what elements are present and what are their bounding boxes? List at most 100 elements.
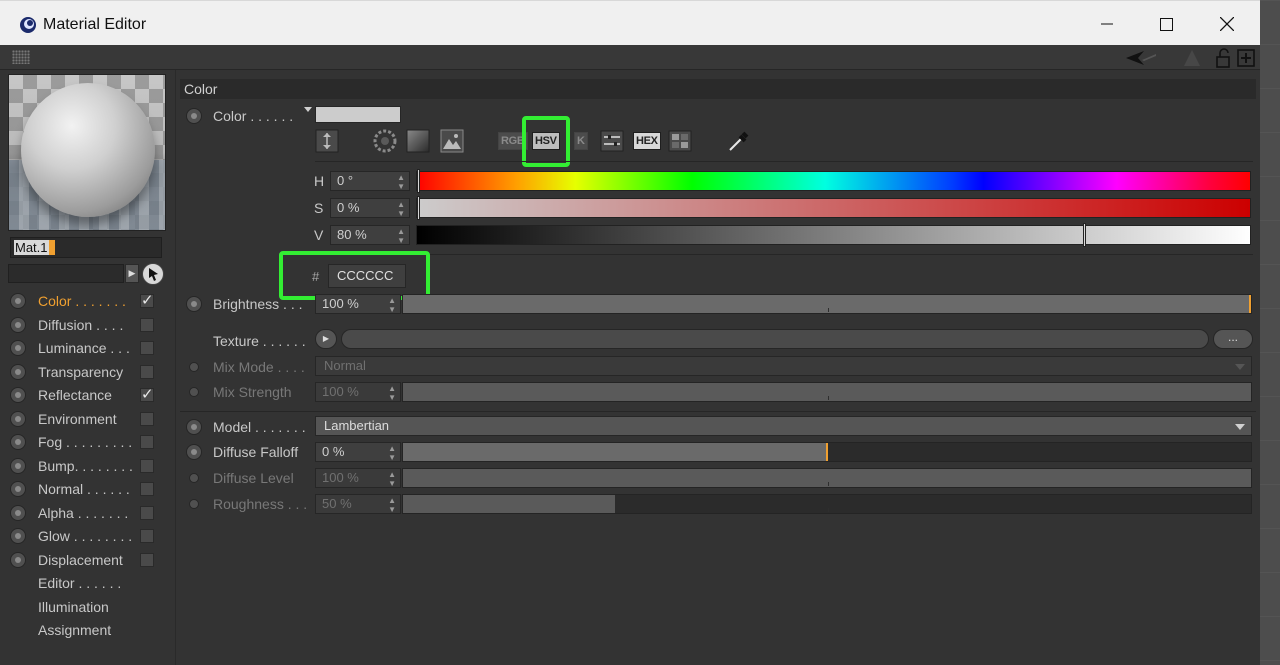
channel-radio[interactable] <box>10 551 26 568</box>
close-button[interactable] <box>1204 7 1250 41</box>
mixstrength-slider[interactable] <box>402 382 1252 402</box>
mode-hex-button[interactable]: HEX <box>633 129 661 153</box>
color-animate-radio[interactable] <box>186 108 202 124</box>
diffusefalloff-slider[interactable] <box>402 442 1252 462</box>
saturation-marker[interactable] <box>417 196 420 220</box>
lock-icon[interactable] <box>1213 48 1233 68</box>
channel-item[interactable]: Environment <box>10 408 170 430</box>
channel-radio[interactable] <box>10 316 26 333</box>
back-arrow-icon[interactable] <box>1126 48 1156 68</box>
channel-item[interactable]: Transparency <box>10 361 170 383</box>
filter-arrow-button[interactable]: ▶ <box>125 264 139 283</box>
page-item[interactable]: Assignment <box>10 619 170 641</box>
title-bar[interactable]: Material Editor <box>0 0 1260 45</box>
channel-item[interactable]: Luminance . . . <box>10 337 170 359</box>
mixmode-dropdown[interactable]: Normal <box>315 356 1252 376</box>
channel-item[interactable]: Alpha . . . . . . . <box>10 502 170 524</box>
material-preview[interactable] <box>8 74 166 231</box>
channel-item[interactable]: Displacement <box>10 549 170 571</box>
mixmode-animate-radio[interactable] <box>189 362 199 372</box>
brightness-animate-radio[interactable] <box>186 296 202 312</box>
value-slider[interactable] <box>416 223 1251 247</box>
channel-radio[interactable] <box>10 528 26 544</box>
swatch-menu-arrow[interactable] <box>304 107 312 112</box>
texture-menu-button[interactable]: ▶ <box>315 329 337 349</box>
page-item[interactable]: Editor . . . . . . <box>10 572 170 594</box>
channel-radio[interactable] <box>10 293 26 309</box>
color-wheel-icon[interactable] <box>373 129 397 153</box>
toolbar-grip[interactable] <box>12 50 30 64</box>
channel-radio[interactable] <box>10 387 26 403</box>
roughness-slider[interactable] <box>402 494 1252 514</box>
channel-checkbox[interactable]: ✓ <box>140 387 154 402</box>
texture-browse-button[interactable]: ... <box>1213 329 1253 349</box>
diffusefalloff-slider-handle[interactable] <box>826 443 828 461</box>
material-name-field[interactable]: Mat.1 <box>10 237 162 258</box>
diffusefalloff-field[interactable]: 0 % ▲ ▼ <box>315 442 401 462</box>
channel-radio[interactable] <box>10 410 26 427</box>
brightness-slider-handle[interactable] <box>1249 295 1251 313</box>
channel-radio[interactable] <box>10 457 26 474</box>
hue-marker[interactable] <box>417 169 420 193</box>
diffuselevel-slider[interactable] <box>402 468 1252 488</box>
channel-radio[interactable] <box>10 504 26 521</box>
channel-item[interactable]: Diffusion . . . . <box>10 314 170 336</box>
mixstrength-field[interactable]: 100 % ▲ ▼ <box>315 382 401 402</box>
roughness-field[interactable]: 50 % ▲ ▼ <box>315 494 401 514</box>
brightness-field[interactable]: 100 % ▲ ▼ <box>315 294 401 314</box>
minimize-button[interactable] <box>1084 7 1130 41</box>
channel-item[interactable]: Color . . . . . . . ✓ <box>10 290 170 312</box>
saturation-slider[interactable] <box>416 196 1251 220</box>
v-spinner[interactable]: ▲ ▼ <box>397 226 405 245</box>
texture-field[interactable] <box>341 329 1209 349</box>
channel-radio[interactable] <box>10 363 26 380</box>
channel-radio[interactable] <box>10 340 26 356</box>
model-animate-radio[interactable] <box>186 419 202 435</box>
channel-checkbox[interactable] <box>140 529 154 543</box>
channel-checkbox[interactable] <box>140 411 154 426</box>
channel-radio[interactable] <box>10 481 26 497</box>
forward-arrow-icon[interactable] <box>1182 48 1202 68</box>
eyedropper-icon[interactable] <box>726 129 750 153</box>
channel-checkbox[interactable]: ✓ <box>140 293 154 308</box>
brightness-slider[interactable] <box>402 294 1252 314</box>
channel-item[interactable]: Bump. . . . . . . . <box>10 455 170 477</box>
channel-checkbox[interactable] <box>140 317 154 332</box>
new-panel-icon[interactable] <box>1236 48 1256 68</box>
diffuselevel-field[interactable]: 100 % ▲ ▼ <box>315 468 401 488</box>
diffusefalloff-spinner[interactable]: ▲ ▼ <box>388 443 396 462</box>
filter-picker-button[interactable] <box>142 263 164 285</box>
model-dropdown[interactable]: Lambertian <box>315 416 1252 436</box>
channel-checkbox[interactable] <box>140 435 154 449</box>
brightness-spinner[interactable]: ▲ ▼ <box>388 295 396 314</box>
channel-radio[interactable] <box>10 434 26 450</box>
image-picker-icon[interactable] <box>440 129 464 153</box>
v-field[interactable]: 80 % ▲ ▼ <box>330 225 410 245</box>
mode-k-button[interactable]: K <box>574 129 588 153</box>
s-spinner[interactable]: ▲ ▼ <box>397 199 405 218</box>
diffuselevel-animate-radio[interactable] <box>189 473 199 483</box>
color-swatch[interactable] <box>315 106 401 123</box>
channel-item[interactable]: Glow . . . . . . . . <box>10 525 170 547</box>
channel-checkbox[interactable] <box>140 364 154 379</box>
mixstrength-animate-radio[interactable] <box>189 387 199 397</box>
channel-checkbox[interactable] <box>140 341 154 355</box>
s-field[interactable]: 0 % ▲ ▼ <box>330 198 410 218</box>
diffuselevel-spinner[interactable]: ▲ ▼ <box>388 469 396 488</box>
value-marker[interactable] <box>1083 223 1086 247</box>
channel-checkbox[interactable] <box>140 552 154 567</box>
spectrum-icon[interactable] <box>406 129 430 153</box>
channel-checkbox[interactable] <box>140 505 154 520</box>
mixer-icon[interactable] <box>600 129 624 153</box>
hue-slider[interactable] <box>416 169 1251 193</box>
roughness-spinner[interactable]: ▲ ▼ <box>388 495 396 514</box>
collapse-icon[interactable] <box>315 129 339 153</box>
channel-checkbox[interactable] <box>140 482 154 496</box>
channel-item[interactable]: Normal . . . . . . <box>10 478 170 500</box>
maximize-button[interactable] <box>1143 7 1189 41</box>
h-field[interactable]: 0 ° ▲ ▼ <box>330 171 410 191</box>
h-spinner[interactable]: ▲ ▼ <box>397 172 405 191</box>
channel-item[interactable]: Fog . . . . . . . . . <box>10 431 170 453</box>
page-item[interactable]: Illumination <box>10 596 170 618</box>
swatches-icon[interactable] <box>668 129 692 153</box>
